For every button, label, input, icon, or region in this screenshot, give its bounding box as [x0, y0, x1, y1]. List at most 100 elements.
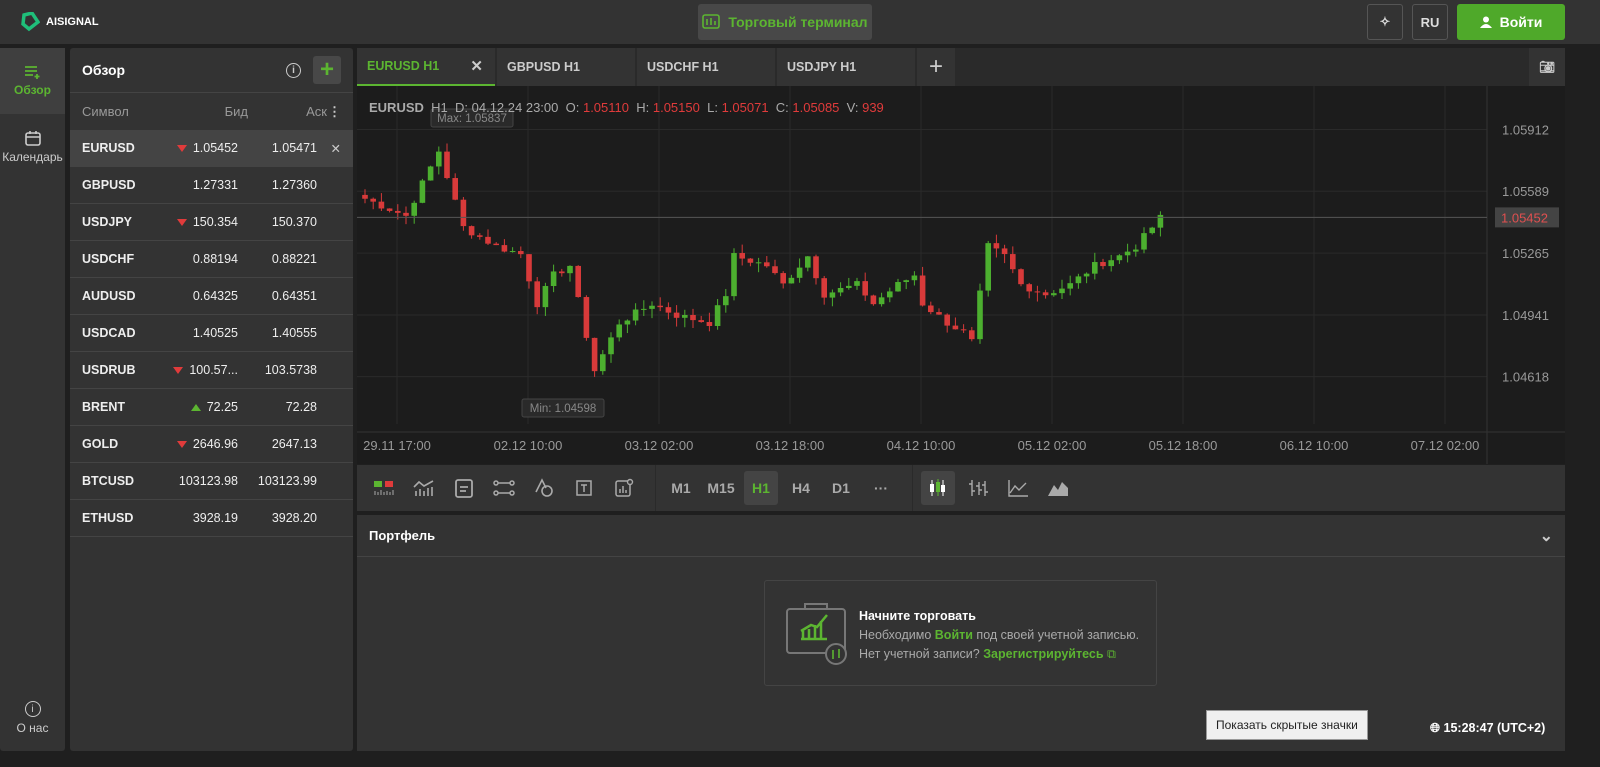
close-icon[interactable]: ✕	[470, 57, 483, 75]
nav-about[interactable]: i О нас	[0, 685, 65, 751]
watchlist-row[interactable]: ETHUSD 3928.19 3928.20	[70, 500, 353, 537]
symbol: GBPUSD	[82, 178, 136, 192]
login-button[interactable]: Войти	[1457, 4, 1565, 40]
line-tool-icon	[493, 480, 515, 496]
col-ask[interactable]: Аск	[248, 104, 327, 119]
cta-text: Нет учетной записи?	[859, 647, 980, 661]
tab-gbpusd-h1[interactable]: GBPUSD H1	[497, 48, 635, 86]
candle-body	[1092, 262, 1098, 274]
watchlist-row[interactable]: USDRUB 100.57... 103.5738	[70, 352, 353, 389]
top-bar: AISIGNAL Торговый терминал ✧ RU Войти	[0, 0, 1600, 44]
watchlist-row[interactable]: USDJPY 150.354 150.370	[70, 204, 353, 241]
col-symbol[interactable]: Символ	[82, 104, 160, 119]
bid-value: 72.25	[206, 400, 238, 414]
studies-button[interactable]	[407, 471, 441, 505]
area-type-button[interactable]	[1041, 471, 1075, 505]
more-vert-icon[interactable]: ⋮	[328, 104, 341, 120]
candle-body	[583, 297, 590, 338]
x-tick-label: 07.12 02:00	[1411, 438, 1480, 453]
x-tick-label: 03.12 18:00	[756, 438, 825, 453]
line-tool-button[interactable]	[487, 471, 521, 505]
ai-sparkle-button[interactable]: ✧	[1367, 4, 1403, 40]
line-type-button[interactable]	[1001, 471, 1035, 505]
y-tick-label: 1.04618	[1502, 370, 1549, 385]
candle-body	[928, 305, 934, 313]
screenshot-button[interactable]: 📷︎	[1529, 48, 1565, 86]
notes-button[interactable]	[447, 471, 481, 505]
text-tool-button[interactable]	[567, 471, 601, 505]
timeframe-m1[interactable]: M1	[664, 471, 698, 505]
timeframe-h4[interactable]: H4	[784, 471, 818, 505]
tab-usdjpy-h1[interactable]: USDJPY H1	[777, 48, 915, 86]
bars-type-button[interactable]	[961, 471, 995, 505]
tab-label: EURUSD H1	[367, 59, 440, 73]
symbol: BTCUSD	[82, 474, 135, 488]
bid-value: 0.88194	[192, 252, 238, 266]
watchlist-row[interactable]: GBPUSD 1.27331 1.27360	[70, 167, 353, 204]
bid-value: 2646.96	[192, 437, 238, 451]
timeframe-h1[interactable]: H1	[744, 471, 778, 505]
chart-settings-button[interactable]	[607, 471, 641, 505]
chart-toolbar: M1 M15 H1 H4 D1 ···	[357, 465, 1565, 511]
candle-body	[641, 308, 647, 310]
candle-body	[731, 253, 737, 297]
x-tick-label: 06.12 10:00	[1280, 438, 1349, 453]
terminal-label: Торговый терминал	[728, 14, 868, 30]
cta-title: Начните торговать	[859, 609, 976, 623]
watchlist-row[interactable]: BTCUSD 103123.98 103123.99	[70, 463, 353, 500]
text-box-icon	[576, 480, 592, 496]
watchlist-row[interactable]: EURUSD 1.05452 1.05471 ✕	[70, 130, 353, 167]
candle-body	[649, 305, 655, 309]
nav-overview[interactable]: Обзор	[0, 48, 65, 114]
more-timeframes-button[interactable]: ···	[864, 471, 898, 505]
candle-body	[395, 210, 401, 213]
chart-tabs: EURUSD H1 ✕ GBPUSD H1 USDCHF H1 USDJPY H1…	[357, 48, 1565, 86]
chart-settings-icon	[615, 478, 634, 497]
shapes-button[interactable]	[527, 471, 561, 505]
login-link[interactable]: Войти	[935, 628, 973, 642]
remove-icon[interactable]: ✕	[331, 141, 341, 156]
candle-body	[690, 314, 696, 321]
ask: 0.88221	[271, 252, 317, 266]
watchlist-row[interactable]: BRENT 72.25 72.28	[70, 389, 353, 426]
trading-terminal-button[interactable]: Торговый терминал	[698, 4, 872, 40]
watchlist-row[interactable]: GOLD 2646.96 2647.13	[70, 426, 353, 463]
logo-icon	[21, 12, 40, 32]
candle-body	[919, 275, 926, 306]
bid: 1.05452	[160, 141, 238, 155]
brand-name: AISIGNAL	[46, 16, 99, 28]
cta-text: Необходимо	[859, 628, 932, 642]
candle-body	[1124, 251, 1131, 256]
chart-trend-icon	[413, 480, 434, 496]
col-bid[interactable]: Бид	[160, 104, 248, 119]
logo[interactable]: AISIGNAL	[20, 12, 99, 32]
cta-text: под своей учетной записью.	[976, 628, 1140, 642]
candle-body	[673, 312, 680, 318]
add-tab-button[interactable]: +	[917, 48, 955, 86]
candle-body	[969, 330, 975, 340]
language-button[interactable]: RU	[1412, 4, 1448, 40]
watchlist-row[interactable]: USDCHF 0.88194 0.88221	[70, 241, 353, 278]
ask: 3928.20	[271, 511, 317, 525]
watchlist-row[interactable]: USDCAD 1.40525 1.40555	[70, 315, 353, 352]
watchlist-row[interactable]: AUDUSD 0.64325 0.64351	[70, 278, 353, 315]
tab-usdchf-h1[interactable]: USDCHF H1	[637, 48, 775, 86]
candle-body	[632, 309, 639, 321]
info-icon[interactable]: i	[286, 63, 301, 78]
candle-body	[1100, 262, 1106, 267]
register-link[interactable]: Зарегистрируйтесь	[983, 647, 1103, 661]
collapse-icon[interactable]: ⌄	[1540, 526, 1553, 546]
candles-type-button[interactable]	[921, 471, 955, 505]
indicators-button[interactable]	[367, 471, 401, 505]
timeframe-m15[interactable]: M15	[704, 471, 738, 505]
timeframe-d1[interactable]: D1	[824, 471, 858, 505]
tab-eurusd-h1[interactable]: EURUSD H1 ✕	[357, 48, 495, 86]
add-symbol-button[interactable]: +	[313, 56, 341, 84]
y-tick-label: 1.05265	[1502, 246, 1549, 261]
nav-calendar[interactable]: Календарь	[0, 114, 65, 180]
candle-body	[419, 180, 426, 203]
candle-body	[985, 243, 991, 291]
symbol: USDCAD	[82, 326, 136, 340]
candlestick-chart[interactable]: 1.05912 1.05589 1.05265 1.04941 1.04618 29.11…	[357, 86, 1565, 464]
ask: 1.40555	[271, 326, 317, 340]
